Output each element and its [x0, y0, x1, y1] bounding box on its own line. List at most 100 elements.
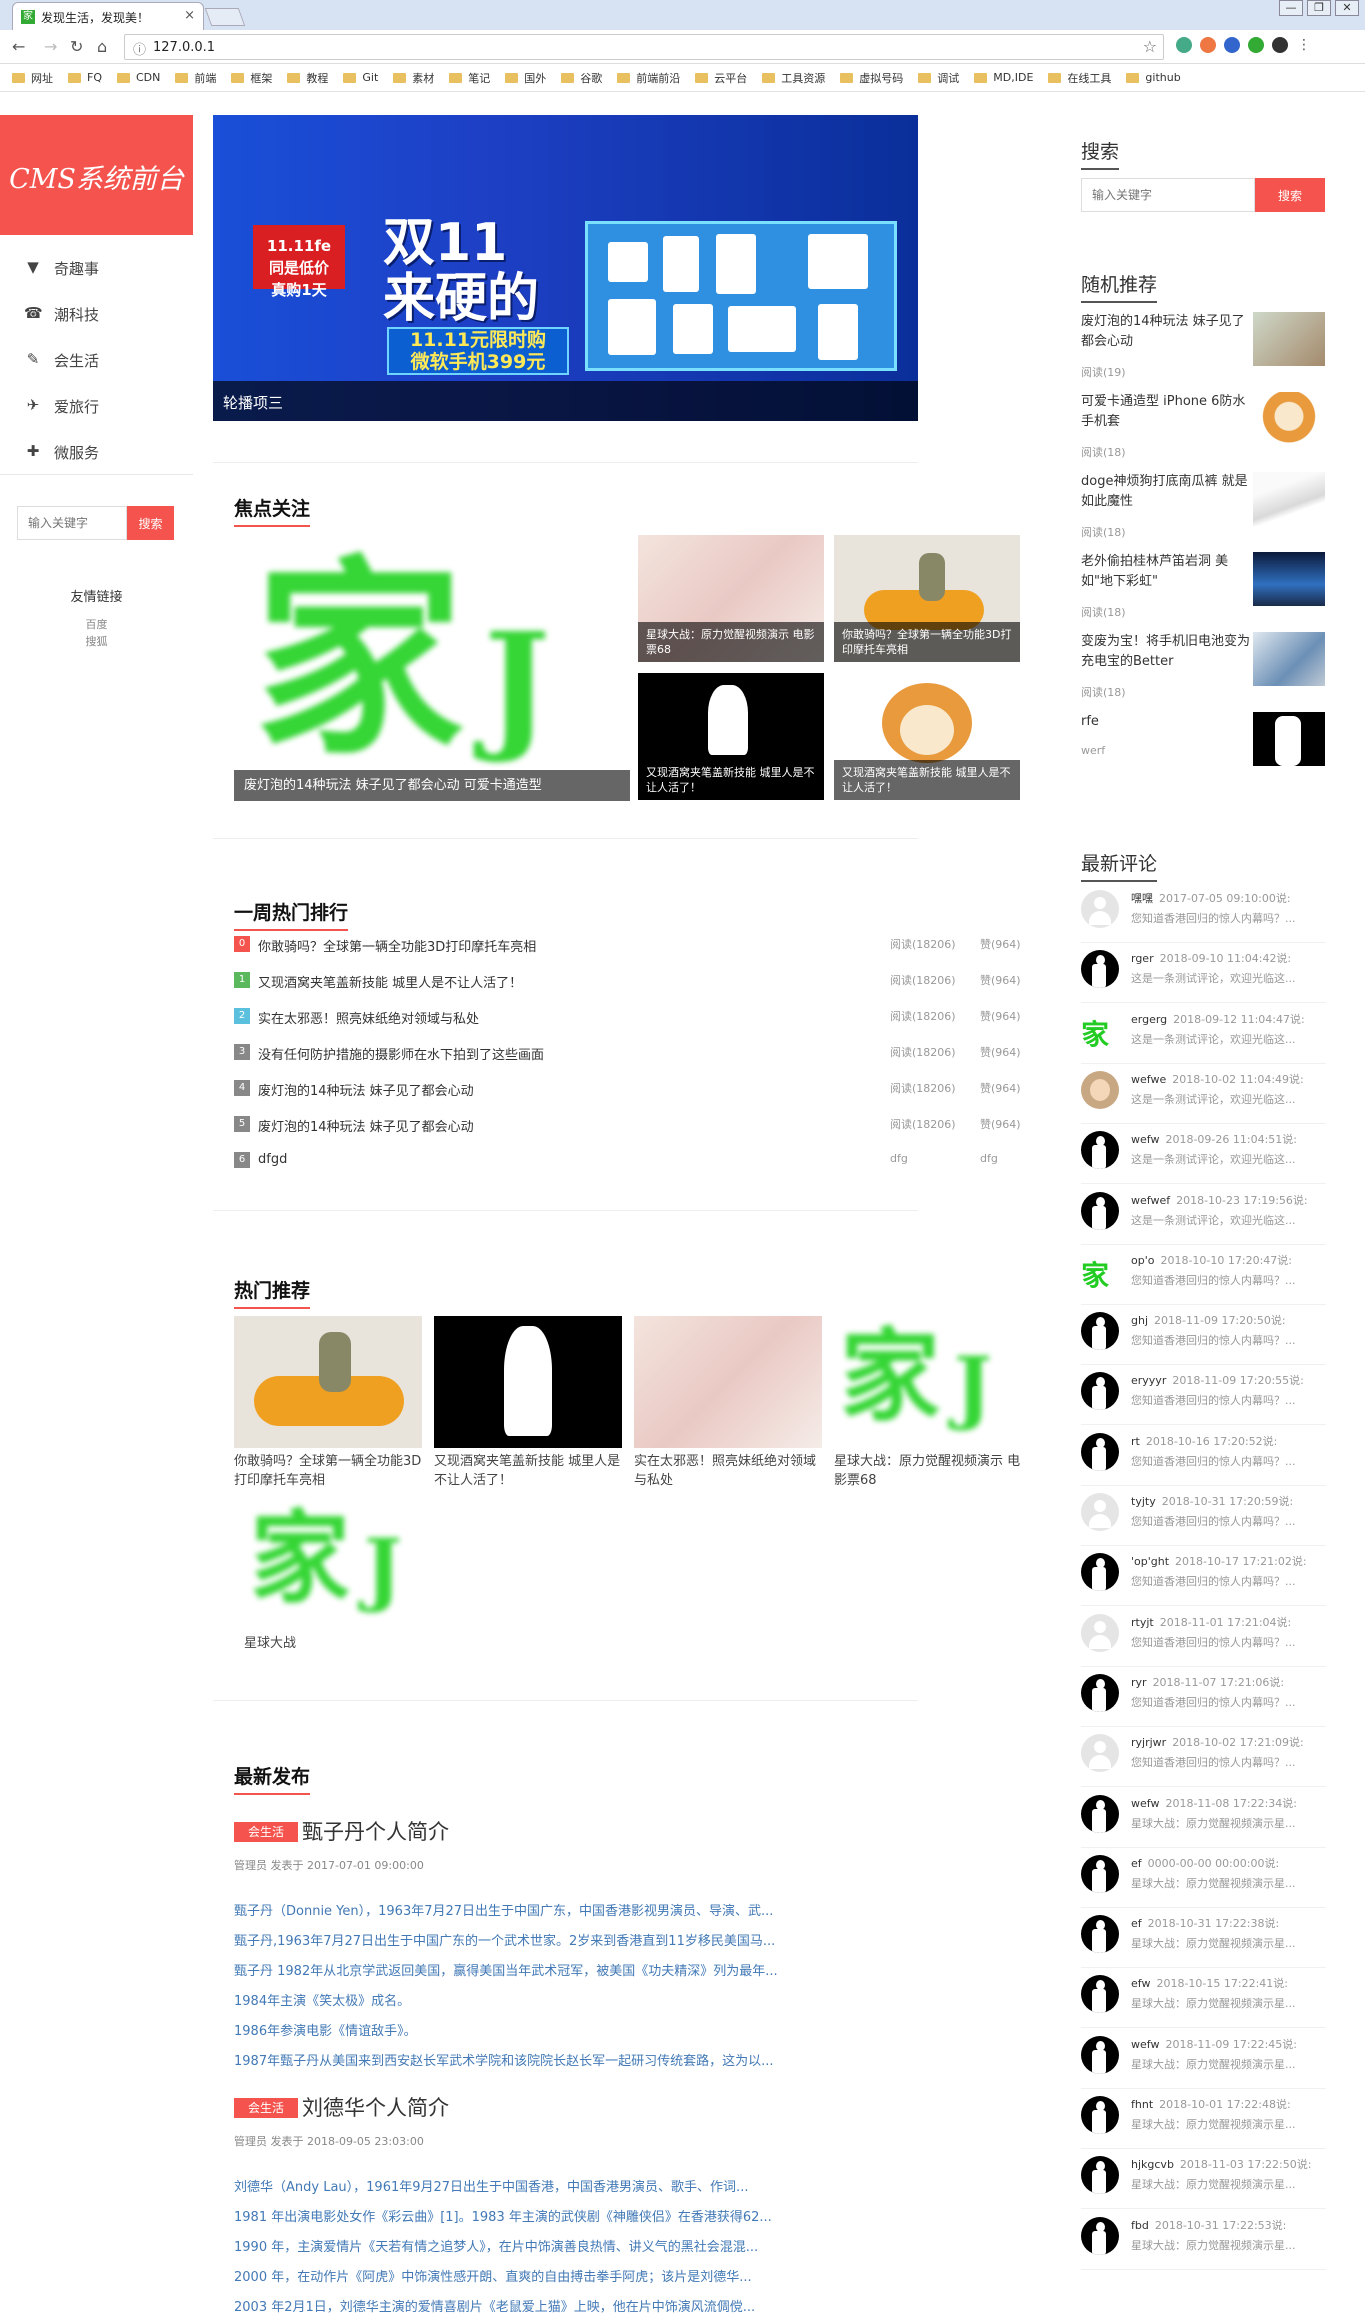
rank-title[interactable]: 实在太邪恶！照亮妹纸绝对领域与私处: [258, 1008, 479, 1027]
comment-author[interactable]: hjkgcvb: [1131, 2158, 1174, 2171]
random-item-title[interactable]: 老外偷拍桂林芦笛岩洞 美如"地下彩虹": [1081, 552, 1251, 592]
avatar[interactable]: [1081, 1794, 1119, 1833]
comment-item[interactable]: tyjty 2018-10-31 17:20:59说: 您知道香港回归的惊人内幕吗？…: [1081, 1489, 1326, 1549]
comment-item[interactable]: rtyjt 2018-11-01 17:21:04说: 您知道香港回归的惊人内幕吗？…: [1081, 1610, 1326, 1670]
avatar[interactable]: [1081, 1131, 1119, 1170]
article-excerpt-line[interactable]: 1987年甄子丹从美国来到西安赵长军武术学院和该院院长赵长军一起研习传统套路，这…: [234, 2050, 773, 2069]
comment-author[interactable]: wefw: [1131, 2038, 1159, 2051]
avatar[interactable]: [1081, 950, 1119, 989]
comment-body[interactable]: 您知道香港回归的惊人内幕吗？...: [1131, 1754, 1296, 1770]
comment-item[interactable]: 家 op'o 2018-10-10 17:20:47说: 您知道香港回归的惊人内幕吗？…: [1081, 1248, 1326, 1308]
comment-author[interactable]: 嘿嘿: [1131, 892, 1153, 905]
comment-item[interactable]: rger 2018-09-10 11:04:42说: 这是一条测试评论，欢迎光临这.…: [1081, 946, 1326, 1006]
article-excerpt-line[interactable]: 甄子丹（Donnie Yen），1963年7月27日出生于中国广东，中国香港影视…: [234, 1900, 773, 1919]
comment-author[interactable]: fhnt: [1131, 2098, 1153, 2111]
right-search-input[interactable]: [1081, 178, 1255, 212]
comment-author[interactable]: rtyjt: [1131, 1616, 1154, 1629]
avatar[interactable]: [1081, 1975, 1119, 2014]
avatar[interactable]: [1081, 890, 1119, 928]
bookmark-item[interactable]: 笔记: [449, 70, 490, 86]
hot-item-image[interactable]: 家 J: [834, 1316, 1022, 1448]
friend-link-baidu[interactable]: 百度: [0, 616, 193, 632]
comment-author[interactable]: ef: [1131, 1917, 1142, 1930]
hot-item-image[interactable]: [634, 1316, 822, 1448]
comment-item[interactable]: wefw 2018-11-09 17:22:45说: 星球大战：原力觉醒视频演示星.…: [1081, 2032, 1326, 2092]
comment-body[interactable]: 这是一条测试评论，欢迎光临这...: [1131, 1031, 1296, 1047]
right-search-button[interactable]: 搜索: [1255, 178, 1325, 212]
sidebar-item[interactable]: ☎ 潮科技: [0, 291, 193, 337]
ranking-row[interactable]: 6 dfgd dfg dfg: [234, 1148, 1024, 1172]
bookmark-item[interactable]: FQ: [68, 71, 102, 84]
article-tag[interactable]: 会生活: [234, 2098, 298, 2118]
friend-link-sohu[interactable]: 搜狐: [0, 633, 193, 649]
article-excerpt-line[interactable]: 2003 年2月1日，刘德华主演的爱情喜剧片《老鼠爱上猫》上映，他在片中饰演风流…: [234, 2296, 755, 2315]
tab-close-icon[interactable]: ×: [184, 8, 195, 23]
comment-item[interactable]: fbd 2018-10-31 17:22:53说: 星球大战：原力觉醒视频演示星..…: [1081, 2213, 1326, 2273]
bookmark-item[interactable]: 前端: [175, 70, 216, 86]
back-icon[interactable]: ←: [12, 37, 25, 56]
avatar[interactable]: [1081, 1191, 1119, 1230]
avatar[interactable]: [1081, 1493, 1119, 1531]
comment-item[interactable]: rt 2018-10-16 17:20:52说: 您知道香港回归的惊人内幕吗？...: [1081, 1429, 1326, 1489]
menu-dots-icon[interactable]: ⋮: [1296, 37, 1312, 53]
reload-icon[interactable]: ↻: [70, 37, 83, 56]
bookmark-item[interactable]: CDN: [117, 71, 160, 84]
random-item-image[interactable]: [1253, 472, 1325, 526]
bookmark-item[interactable]: 虚拟号码: [840, 70, 903, 86]
random-item-image[interactable]: [1253, 552, 1325, 606]
carousel-dot[interactable]: [985, 395, 994, 404]
extension-icon[interactable]: [1200, 37, 1216, 53]
random-item-title[interactable]: rfe: [1081, 712, 1251, 732]
comment-body[interactable]: 您知道香港回归的惊人内幕吗？...: [1131, 1392, 1296, 1408]
comment-body[interactable]: 这是一条测试评论，欢迎光临这...: [1131, 1151, 1296, 1167]
comment-body[interactable]: 您知道香港回归的惊人内幕吗？...: [1131, 1332, 1296, 1348]
random-item-title[interactable]: 可爱卡通造型 iPhone 6防水手机套: [1081, 392, 1251, 432]
comment-body[interactable]: 星球大战：原力觉醒视频演示星...: [1131, 1815, 1296, 1831]
comment-author[interactable]: tyjty: [1131, 1495, 1156, 1508]
hot-item-image[interactable]: 家 J: [244, 1498, 432, 1630]
avatar[interactable]: [1081, 1734, 1119, 1773]
focus-tile[interactable]: 又现酒窝夹笔盖新技能 城里人是不让人活了！: [834, 673, 1020, 800]
article-excerpt-line[interactable]: 1981 年出演电影处女作《彩云曲》[1]。1983 年主演的武侠剧《神雕侠侣》…: [234, 2206, 772, 2225]
article-excerpt-line[interactable]: 1984年主演《笑太极》成名。: [234, 1990, 410, 2009]
avatar[interactable]: [1081, 1673, 1119, 1712]
random-item-title[interactable]: doge神烦狗打底南瓜裤 就是如此魔性: [1081, 472, 1251, 512]
comment-body[interactable]: 星球大战：原力觉醒视频演示星...: [1131, 2176, 1296, 2192]
article-excerpt-line[interactable]: 1990 年，主演爱情片《天若有情之追梦人》，在片中饰演善良热情、讲义气的黑社会…: [234, 2236, 758, 2255]
comment-author[interactable]: rt: [1131, 1435, 1140, 1448]
browser-tab[interactable]: 家 发现生活，发现美！ ×: [12, 2, 204, 30]
comment-item[interactable]: 'op'ght 2018-10-17 17:21:02说: 您知道香港回归的惊人内幕…: [1081, 1549, 1326, 1609]
comment-author[interactable]: eryyyr: [1131, 1374, 1166, 1387]
article-excerpt-line[interactable]: 甄子丹 1982年从北京学武返回美国，赢得美国当年武术冠军，被美国《功夫精深》列…: [234, 1960, 778, 1979]
avatar[interactable]: [1081, 2035, 1119, 2074]
avatar[interactable]: 家: [1081, 1010, 1119, 1049]
random-item-title[interactable]: 废灯泡的14种玩法 妹子见了都会心动: [1081, 312, 1251, 352]
hot-item-image[interactable]: [434, 1316, 622, 1448]
comment-author[interactable]: ergerg: [1131, 1013, 1167, 1026]
extension-icon[interactable]: [1272, 37, 1288, 53]
comment-item[interactable]: wefwef 2018-10-23 17:19:56说: 这是一条测试评论，欢迎光临…: [1081, 1188, 1326, 1248]
focus-tile[interactable]: 又现酒窝夹笔盖新技能 城里人是不让人活了！: [638, 673, 824, 800]
comment-author[interactable]: rger: [1131, 952, 1154, 965]
comment-author[interactable]: efw: [1131, 1977, 1150, 1990]
comment-body[interactable]: 您知道香港回归的惊人内幕吗？...: [1131, 910, 1296, 926]
hot-item-caption[interactable]: 星球大战：原力觉醒视频演示 电影票68: [834, 1452, 1024, 1490]
ranking-row[interactable]: 5 废灯泡的14种玩法 妹子见了都会心动 阅读(18206) 赞(964): [234, 1112, 1024, 1136]
comment-body[interactable]: 您知道香港回归的惊人内幕吗？...: [1131, 1573, 1296, 1589]
comment-item[interactable]: fhnt 2018-10-01 17:22:48说: 星球大战：原力觉醒视频演示星.…: [1081, 2092, 1326, 2152]
hot-item-caption[interactable]: 又现酒窝夹笔盖新技能 城里人是不让人活了！: [434, 1452, 624, 1490]
hot-item-image[interactable]: [234, 1316, 422, 1448]
sidebar-item[interactable]: ✚ 微服务: [0, 429, 193, 475]
avatar[interactable]: [1081, 1372, 1119, 1411]
random-item-image[interactable]: [1253, 392, 1325, 446]
comment-body[interactable]: 您知道香港回归的惊人内幕吗？...: [1131, 1453, 1296, 1469]
comment-author[interactable]: ryr: [1131, 1676, 1147, 1689]
ranking-row[interactable]: 1 又现酒窝夹笔盖新技能 城里人是不让人活了！ 阅读(18206) 赞(964): [234, 968, 1024, 992]
extension-icon[interactable]: [1248, 37, 1264, 53]
article-excerpt-line[interactable]: 2000 年，在动作片《阿虎》中饰演性感开朗、直爽的自由搏击拳手阿虎；该片是刘德…: [234, 2266, 752, 2285]
extension-icon[interactable]: [1176, 37, 1192, 53]
avatar[interactable]: [1081, 1553, 1119, 1592]
bookmark-item[interactable]: 前端前沿: [617, 70, 680, 86]
random-item-image[interactable]: [1253, 312, 1325, 366]
avatar[interactable]: [1081, 2156, 1119, 2195]
